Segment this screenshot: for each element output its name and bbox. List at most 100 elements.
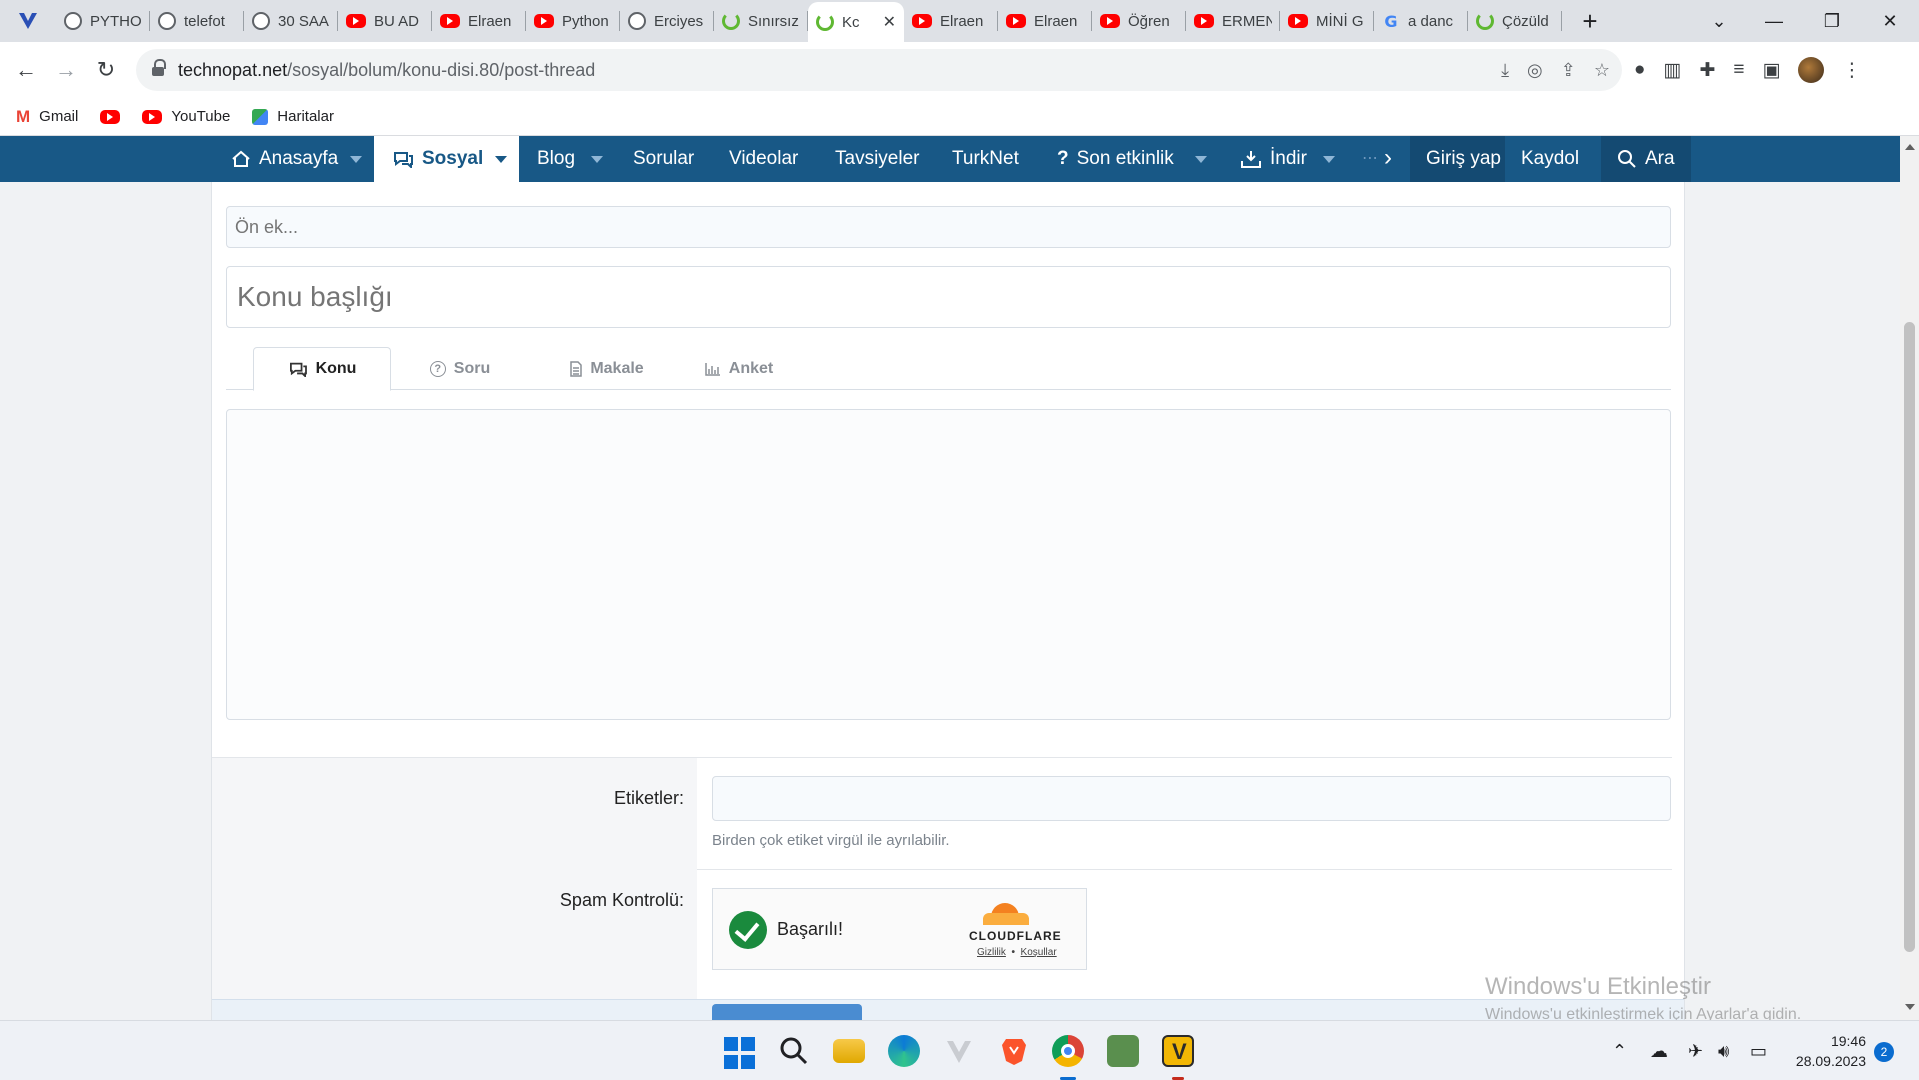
nav-sosyal-caret-icon[interactable]: [495, 156, 507, 163]
side-panel-icon[interactable]: ▣: [1762, 59, 1780, 82]
browser-tab[interactable]: Ga danc: [1374, 0, 1468, 42]
forward-arrow-icon[interactable]: →: [46, 50, 86, 90]
tab-anket[interactable]: Anket: [689, 347, 789, 390]
nav-son-etkinlik-caret-icon[interactable]: [1195, 156, 1207, 163]
browser-tab[interactable]: MİNİ G: [1280, 0, 1374, 42]
browser-tab[interactable]: Çözüld: [1468, 0, 1562, 42]
scroll-down-arrow-icon[interactable]: [1905, 1004, 1915, 1010]
media-controls-icon[interactable]: ≡: [1733, 59, 1744, 81]
browser-tab[interactable]: 30 SAA: [244, 0, 338, 42]
nav-blog-caret-icon[interactable]: [591, 156, 603, 163]
browser-tab[interactable]: Erciyes: [620, 0, 714, 42]
search-link[interactable]: Ara: [1601, 136, 1691, 182]
browser-tab[interactable]: PYTHO: [56, 0, 150, 42]
nav-indir[interactable]: İndir: [1222, 136, 1325, 182]
nav-anasayfa-caret-icon[interactable]: [350, 156, 362, 163]
tray-airplane-icon[interactable]: ✈: [1688, 1021, 1703, 1080]
new-tab-button[interactable]: +: [1570, 0, 1610, 42]
back-arrow-icon[interactable]: ←: [6, 50, 46, 90]
taskbar-search-icon[interactable]: [778, 1035, 810, 1067]
bookmark-gmail[interactable]: M Gmail: [16, 107, 78, 127]
tab-soru[interactable]: ? Soru: [416, 347, 504, 390]
browser-tab[interactable]: Öğren: [1092, 0, 1186, 42]
tab-title: Çözüld: [1502, 12, 1549, 30]
extensions-puzzle-icon[interactable]: ✚: [1699, 59, 1715, 82]
browser-tab[interactable]: Python: [526, 0, 620, 42]
vivaldi-taskbar-icon[interactable]: [943, 1035, 975, 1067]
tray-battery-icon[interactable]: ▭: [1750, 1021, 1767, 1080]
extension-trash-icon[interactable]: ▥: [1663, 59, 1681, 82]
browser-tab[interactable]: Elraen: [904, 0, 998, 42]
bookmark-maps[interactable]: Haritalar: [252, 108, 334, 125]
tray-overflow-chevron-icon[interactable]: ⌃: [1612, 1021, 1627, 1080]
restore-button[interactable]: ❐: [1803, 0, 1861, 42]
tab-makale[interactable]: Makale: [551, 347, 663, 390]
tab-close-icon[interactable]: ✕: [883, 12, 896, 32]
notification-badge[interactable]: 2: [1874, 1042, 1894, 1062]
browser-tab[interactable]: Kc ✕: [808, 2, 904, 42]
tab-konu[interactable]: Konu: [253, 347, 391, 391]
submit-button[interactable]: [712, 1004, 862, 1020]
youtube-icon: [346, 14, 366, 28]
nav-son-etkinlik[interactable]: ? Son etkinlik: [1039, 136, 1192, 182]
terms-link[interactable]: Koşullar: [1021, 947, 1057, 958]
nav-videolar[interactable]: Videolar: [711, 136, 816, 182]
profile-avatar[interactable]: [1798, 57, 1825, 83]
page-scrollbar[interactable]: [1900, 136, 1919, 1020]
nav-sorular[interactable]: Sorular: [615, 136, 712, 182]
nav-scroll-right-icon[interactable]: ›: [1384, 144, 1392, 172]
space-desk-app-icon[interactable]: [1107, 1035, 1139, 1067]
start-windows-icon[interactable]: [724, 1037, 756, 1069]
tracking-eye-icon[interactable]: ◎: [1527, 60, 1543, 81]
tags-label: Etiketler:: [613, 788, 684, 808]
nav-turknet[interactable]: TurkNet: [934, 136, 1037, 182]
bookmark-youtube-icon-only[interactable]: [100, 109, 121, 124]
reload-icon[interactable]: ↻: [86, 50, 126, 90]
tray-volume-icon[interactable]: 🔊︎: [1718, 1021, 1729, 1080]
file-explorer-icon[interactable]: [833, 1039, 865, 1063]
browser-tab[interactable]: BU AD: [338, 0, 432, 42]
browser-tab[interactable]: Sınırsız: [714, 0, 808, 42]
browser-tab[interactable]: telefot: [150, 0, 244, 42]
address-bar[interactable]: technopat.net/sosyal/bolum/konu-disi.80/…: [136, 49, 1622, 91]
install-app-icon[interactable]: ⤓: [1501, 60, 1509, 81]
browser-tab[interactable]: Elraen: [432, 0, 526, 42]
menu-kebab-icon[interactable]: ⋮: [1842, 59, 1861, 82]
nav-anasayfa[interactable]: Anasayfa: [213, 136, 356, 182]
question-icon: ?: [1057, 148, 1069, 169]
browser-tab[interactable]: ERMEN: [1186, 0, 1280, 42]
tags-input[interactable]: [712, 776, 1671, 821]
tab-label: Konu: [315, 360, 357, 377]
edge-browser-icon[interactable]: [888, 1035, 920, 1067]
nav-blog[interactable]: Blog: [519, 136, 593, 182]
thread-title-input[interactable]: [226, 266, 1671, 328]
taskbar-clock[interactable]: 19:46 28.09.2023: [1790, 1031, 1866, 1071]
login-link[interactable]: Giriş yap: [1410, 136, 1517, 182]
link-separator: •: [1011, 947, 1015, 958]
tab-list-chevron-icon[interactable]: ⌄: [1690, 0, 1748, 42]
vivaldi-v-app-icon[interactable]: V: [1162, 1035, 1194, 1067]
cloudflare-captcha[interactable]: Başarılı! CLOUDFLARE Gizlilik • Koşullar: [712, 888, 1087, 970]
brave-browser-icon[interactable]: [998, 1035, 1030, 1067]
minimize-button[interactable]: —: [1745, 0, 1803, 42]
privacy-link[interactable]: Gizlilik: [977, 947, 1006, 958]
share-icon[interactable]: ⇪: [1561, 60, 1576, 81]
bookmark-star-icon[interactable]: ☆: [1594, 60, 1610, 81]
globe-icon: [158, 12, 176, 30]
scroll-up-arrow-icon[interactable]: [1905, 144, 1915, 150]
register-link[interactable]: Kaydol: [1505, 136, 1596, 182]
bookmark-youtube[interactable]: YouTube: [142, 108, 230, 125]
nav-indir-caret-icon[interactable]: [1323, 156, 1335, 163]
close-window-button[interactable]: ✕: [1861, 0, 1919, 42]
prefix-input[interactable]: [226, 206, 1671, 248]
tab-search-button[interactable]: [0, 0, 56, 42]
scrollbar-thumb[interactable]: [1904, 322, 1915, 952]
extension-cookie-icon[interactable]: ●: [1634, 59, 1645, 81]
message-editor[interactable]: [226, 409, 1671, 720]
nav-sosyal[interactable]: Sosyal: [374, 136, 519, 182]
nav-label: Sorular: [633, 148, 695, 169]
browser-tab[interactable]: Elraen: [998, 0, 1092, 42]
nav-tavsiyeler[interactable]: Tavsiyeler: [817, 136, 937, 182]
chrome-browser-icon[interactable]: [1052, 1035, 1084, 1067]
tray-onedrive-icon[interactable]: ☁: [1650, 1021, 1668, 1080]
